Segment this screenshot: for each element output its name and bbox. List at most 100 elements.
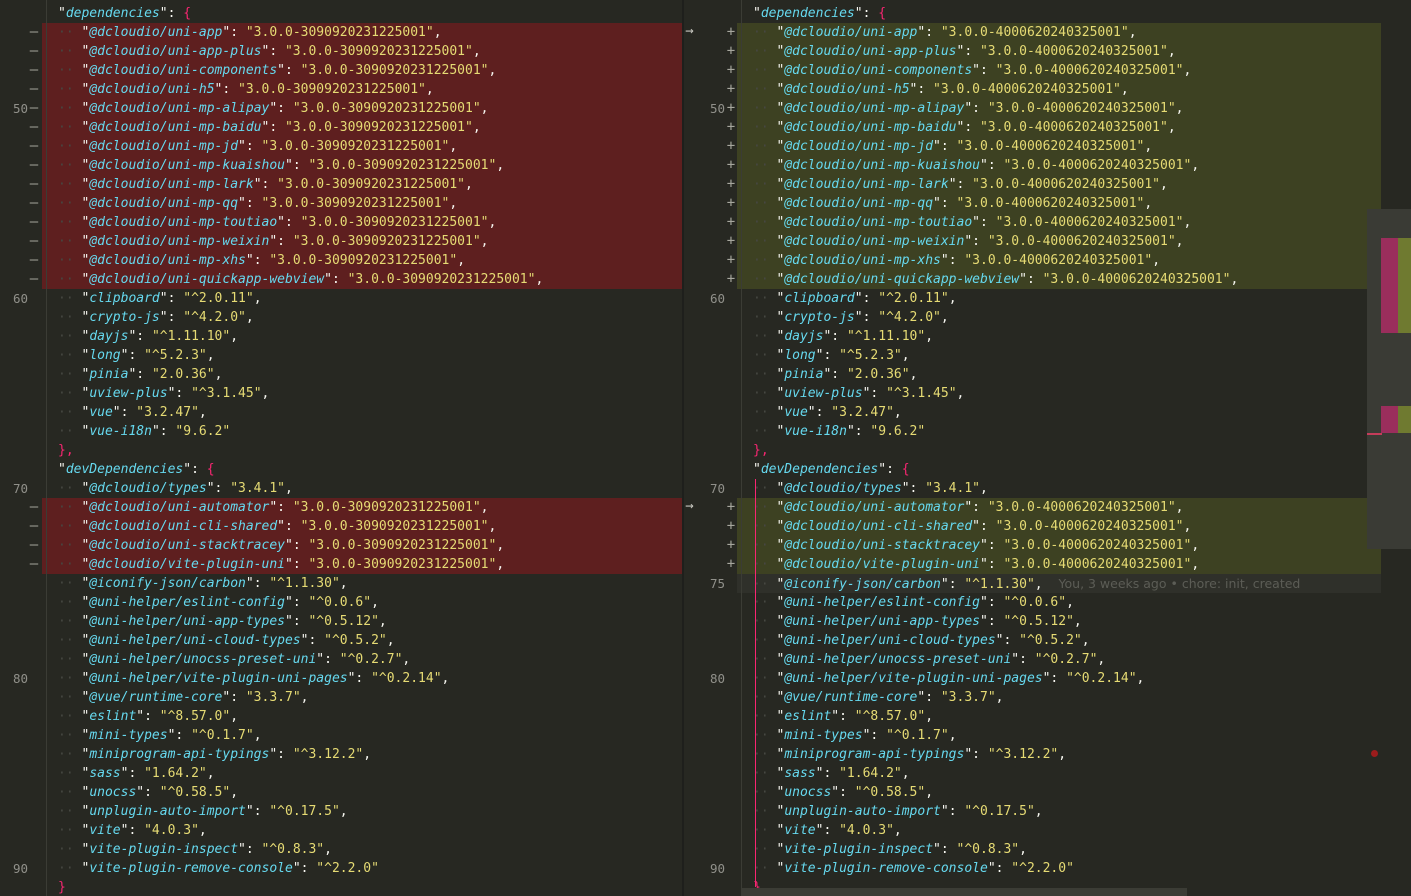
code-line[interactable]: + ·· "@dcloudio/uni-quickapp-webview": "3… bbox=[727, 270, 1381, 289]
diff-right-pane[interactable]: "dependencies": {+ ·· "@dcloudio/uni-app"… bbox=[697, 0, 1411, 896]
code-line[interactable]: ·· "unocss": "^0.58.5", bbox=[697, 783, 1411, 802]
code-line[interactable]: ·· "@uni-helper/uni-cloud-types": "^0.5.… bbox=[0, 631, 682, 650]
code-line[interactable]: ·· "long": "^5.2.3", bbox=[0, 346, 682, 365]
revert-hunk-arrow-icon[interactable]: → bbox=[682, 22, 697, 41]
code-line[interactable]: 60 ·· "clipboard": "^2.0.11", bbox=[697, 289, 1411, 308]
code-line[interactable]: "devDependencies": { bbox=[697, 460, 1411, 479]
code-line[interactable]: ·· "crypto-js": "^4.2.0", bbox=[0, 308, 682, 327]
code-line[interactable]: — ·· "@dcloudio/uni-quickapp-webview": "3… bbox=[30, 270, 682, 289]
code-line[interactable]: 90 ·· "vite-plugin-remove-console": "^2.2… bbox=[0, 859, 682, 878]
code-line[interactable]: — ·· "@dcloudio/uni-app-plus": "3.0.0-309… bbox=[30, 42, 682, 61]
code-line[interactable]: — ·· "@dcloudio/uni-app": "3.0.0-30909202… bbox=[30, 23, 682, 42]
code-line[interactable]: ·· "uview-plus": "^3.1.45", bbox=[0, 384, 682, 403]
code-line[interactable]: ·· "miniprogram-api-typings": "^3.12.2", bbox=[697, 745, 1411, 764]
code-line[interactable]: ·· "pinia": "2.0.36", bbox=[697, 365, 1411, 384]
code-line[interactable]: ·· "vue": "3.2.47", bbox=[697, 403, 1411, 422]
code-line[interactable]: — ·· "@dcloudio/uni-mp-kuaishou": "3.0.0-… bbox=[30, 156, 682, 175]
code-line[interactable]: "devDependencies": { bbox=[0, 460, 682, 479]
code-line[interactable]: ·· "miniprogram-api-typings": "^3.12.2", bbox=[0, 745, 682, 764]
code-line[interactable]: 90 ·· "vite-plugin-remove-console": "^2.2… bbox=[697, 859, 1411, 878]
code-line[interactable]: ·· "@uni-helper/uni-app-types": "^0.5.12… bbox=[697, 612, 1411, 631]
horizontal-scrollbar[interactable] bbox=[741, 888, 1187, 896]
code-line[interactable]: — ·· "@dcloudio/uni-automator": "3.0.0-30… bbox=[30, 498, 682, 517]
code-line[interactable]: — ·· "@dcloudio/uni-mp-toutiao": "3.0.0-3… bbox=[30, 213, 682, 232]
code-line[interactable]: + ·· "@dcloudio/uni-automator": "3.0.0-40… bbox=[727, 498, 1381, 517]
code-line[interactable]: ·· "@uni-helper/eslint-config": "^0.0.6"… bbox=[697, 593, 1411, 612]
code-line[interactable]: ·· "@uni-helper/unocss-preset-uni": "^0.… bbox=[697, 650, 1411, 669]
code-line[interactable]: "dependencies": { bbox=[697, 4, 1411, 23]
code-line[interactable]: ·· "eslint": "^8.57.0", bbox=[0, 707, 682, 726]
code-line[interactable]: + ·· "@dcloudio/uni-app-plus": "3.0.0-400… bbox=[727, 42, 1381, 61]
code-line[interactable]: ·· "sass": "1.64.2", bbox=[697, 764, 1411, 783]
code-line[interactable]: + ·· "@dcloudio/uni-stacktracey": "3.0.0-… bbox=[727, 536, 1381, 555]
code-line[interactable]: + ·· "@dcloudio/uni-h5": "3.0.0-400062024… bbox=[727, 80, 1381, 99]
code-line[interactable]: — ·· "@dcloudio/uni-stacktracey": "3.0.0-… bbox=[30, 536, 682, 555]
code-line[interactable]: + ·· "@dcloudio/uni-mp-xhs": "3.0.0-40006… bbox=[727, 251, 1381, 270]
code-line[interactable]: ·· "sass": "1.64.2", bbox=[0, 764, 682, 783]
code-line[interactable]: ·· "pinia": "2.0.36", bbox=[0, 365, 682, 384]
code-line[interactable]: — ·· "@dcloudio/uni-mp-weixin": "3.0.0-30… bbox=[30, 232, 682, 251]
code-line[interactable]: ·· "uview-plus": "^3.1.45", bbox=[697, 384, 1411, 403]
code-line[interactable]: ·· "unplugin-auto-import": "^0.17.5", bbox=[0, 802, 682, 821]
code-line[interactable]: + ·· "@dcloudio/uni-cli-shared": "3.0.0-4… bbox=[727, 517, 1381, 536]
code-line[interactable]: ·· "vite": "4.0.3", bbox=[697, 821, 1411, 840]
code-line[interactable]: ·· "@uni-helper/uni-cloud-types": "^0.5.… bbox=[697, 631, 1411, 650]
code-line[interactable]: ·· "long": "^5.2.3", bbox=[697, 346, 1411, 365]
code-line[interactable]: ·· "vue": "3.2.47", bbox=[0, 403, 682, 422]
code-line[interactable]: 50— ·· "@dcloudio/uni-mp-alipay": "3.0.0-… bbox=[13, 99, 682, 118]
code-line[interactable]: ·· "vite-plugin-inspect": "^0.8.3", bbox=[697, 840, 1411, 859]
code-line[interactable]: ·· "crypto-js": "^4.2.0", bbox=[697, 308, 1411, 327]
code-line[interactable]: ·· "@uni-helper/eslint-config": "^0.0.6"… bbox=[0, 593, 682, 612]
code-line[interactable]: — ·· "@dcloudio/uni-components": "3.0.0-3… bbox=[30, 61, 682, 80]
code-line[interactable]: 60 ·· "clipboard": "^2.0.11", bbox=[0, 289, 682, 308]
code-line[interactable]: ·· "@uni-helper/uni-app-types": "^0.5.12… bbox=[0, 612, 682, 631]
code-line[interactable]: ·· "@vue/runtime-core": "3.3.7", bbox=[697, 688, 1411, 707]
code-line[interactable]: } bbox=[0, 878, 682, 896]
code-line[interactable]: }, bbox=[0, 441, 682, 460]
code-line[interactable]: — ·· "@dcloudio/uni-mp-qq": "3.0.0-309092… bbox=[30, 194, 682, 213]
minimap[interactable] bbox=[1367, 209, 1411, 549]
code-line[interactable]: ·· "dayjs": "^1.11.10", bbox=[0, 327, 682, 346]
code-line[interactable]: — ·· "@dcloudio/uni-mp-jd": "3.0.0-309092… bbox=[30, 137, 682, 156]
code-line[interactable]: — ·· "@dcloudio/uni-mp-lark": "3.0.0-3090… bbox=[30, 175, 682, 194]
code-line[interactable]: 50 + ·· "@dcloudio/uni-mp-alipay": "3.0.0-… bbox=[710, 99, 1381, 118]
code-line[interactable]: — ·· "@dcloudio/uni-mp-baidu": "3.0.0-309… bbox=[30, 118, 682, 137]
code-line[interactable]: ·· "unocss": "^0.58.5", bbox=[0, 783, 682, 802]
code-line[interactable]: + ·· "@dcloudio/uni-components": "3.0.0-4… bbox=[727, 61, 1381, 80]
code-line[interactable]: + ·· "@dcloudio/uni-mp-qq": "3.0.0-400062… bbox=[727, 194, 1381, 213]
code-line[interactable]: — ·· "@dcloudio/uni-mp-xhs": "3.0.0-30909… bbox=[30, 251, 682, 270]
code-line[interactable]: ·· "@vue/runtime-core": "3.3.7", bbox=[0, 688, 682, 707]
code-line[interactable]: ·· "vite": "4.0.3", bbox=[0, 821, 682, 840]
code-line[interactable]: + ·· "@dcloudio/uni-app": "3.0.0-40006202… bbox=[727, 23, 1381, 42]
code-line[interactable]: 80 ·· "@uni-helper/vite-plugin-uni-pages"… bbox=[0, 669, 682, 688]
code-line[interactable]: ·· "vue-i18n": "9.6.2" bbox=[0, 422, 682, 441]
code-line[interactable]: ·· "unplugin-auto-import": "^0.17.5", bbox=[697, 802, 1411, 821]
code-line[interactable]: + ·· "@dcloudio/uni-mp-weixin": "3.0.0-40… bbox=[727, 232, 1381, 251]
code-line[interactable]: + ·· "@dcloudio/uni-mp-toutiao": "3.0.0-4… bbox=[727, 213, 1381, 232]
code-line[interactable]: ·· "mini-types": "^0.1.7", bbox=[697, 726, 1411, 745]
code-line[interactable]: "dependencies": { bbox=[0, 4, 682, 23]
code-line[interactable]: ·· "dayjs": "^1.11.10", bbox=[697, 327, 1411, 346]
code-line[interactable]: ·· "@iconify-json/carbon": "^1.1.30", bbox=[0, 574, 682, 593]
code-line[interactable]: — ·· "@dcloudio/vite-plugin-uni": "3.0.0-… bbox=[30, 555, 682, 574]
code-line[interactable]: + ·· "@dcloudio/vite-plugin-uni": "3.0.0-… bbox=[727, 555, 1381, 574]
code-line[interactable]: — ·· "@dcloudio/uni-cli-shared": "3.0.0-3… bbox=[30, 517, 682, 536]
code-line[interactable]: + ·· "@dcloudio/uni-mp-lark": "3.0.0-4000… bbox=[727, 175, 1381, 194]
diff-divider[interactable]: → → bbox=[682, 0, 1378, 896]
code-line[interactable]: + ·· "@dcloudio/uni-mp-jd": "3.0.0-400062… bbox=[727, 137, 1381, 156]
code-line[interactable]: ·· "vite-plugin-inspect": "^0.8.3", bbox=[0, 840, 682, 859]
code-line[interactable]: 70 ·· "@dcloudio/types": "3.4.1", bbox=[0, 479, 682, 498]
code-line[interactable]: ·· "vue-i18n": "9.6.2" bbox=[697, 422, 1411, 441]
code-line[interactable]: ·· "eslint": "^8.57.0", bbox=[697, 707, 1411, 726]
code-line[interactable]: 75 ·· "@iconify-json/carbon": "^1.1.30", … bbox=[710, 574, 1381, 593]
code-line[interactable]: }, bbox=[697, 441, 1411, 460]
code-line[interactable]: — ·· "@dcloudio/uni-h5": "3.0.0-309092023… bbox=[30, 80, 682, 99]
code-line[interactable]: ·· "@uni-helper/unocss-preset-uni": "^0.… bbox=[0, 650, 682, 669]
code-line[interactable]: 70 ·· "@dcloudio/types": "3.4.1", bbox=[697, 479, 1411, 498]
diff-left-pane[interactable]: "dependencies": {— ·· "@dcloudio/uni-app"… bbox=[0, 0, 682, 896]
code-line[interactable]: ·· "mini-types": "^0.1.7", bbox=[0, 726, 682, 745]
code-line[interactable]: 80 ·· "@uni-helper/vite-plugin-uni-pages"… bbox=[697, 669, 1411, 688]
code-line[interactable]: + ·· "@dcloudio/uni-mp-baidu": "3.0.0-400… bbox=[727, 118, 1381, 137]
code-line[interactable]: + ·· "@dcloudio/uni-mp-kuaishou": "3.0.0-… bbox=[727, 156, 1381, 175]
revert-hunk-arrow-icon[interactable]: → bbox=[682, 497, 697, 516]
